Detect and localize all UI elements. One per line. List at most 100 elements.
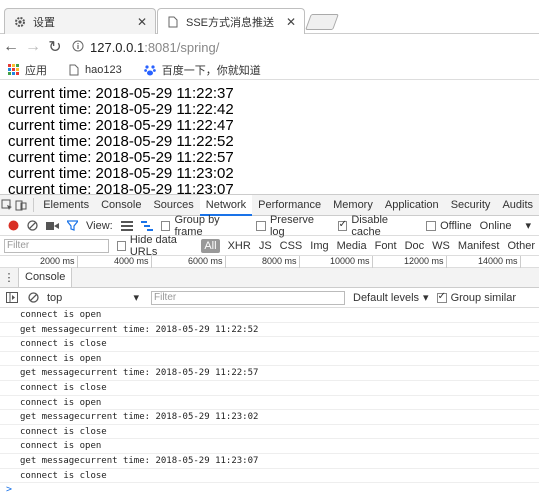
console-message: connect is open <box>0 396 539 411</box>
close-icon[interactable]: ✕ <box>137 15 147 29</box>
bookmark-baidu[interactable]: 百度一下，你就知道 <box>143 62 261 78</box>
hide-data-urls-label: Hide data URLs <box>129 233 177 258</box>
bookmark-label: 应用 <box>25 64 47 77</box>
type-filter-all[interactable]: All <box>201 238 220 253</box>
throttling-value: Online <box>479 219 512 232</box>
info-icon[interactable] <box>72 40 84 55</box>
tab-network[interactable]: Network <box>199 194 253 216</box>
drawer-tabbar: ⋮ Console <box>0 268 539 288</box>
type-filter-manifest[interactable]: Manifest <box>458 240 500 252</box>
tab-audits[interactable]: Audits <box>496 195 539 216</box>
console-message: get messagecurrent time: 2018-05-29 11:2… <box>0 410 539 425</box>
view-label: View: <box>86 219 113 232</box>
timeline-tick: 4000 ms <box>114 256 152 268</box>
console-message: get messagecurrent time: 2018-05-29 11:2… <box>0 323 539 338</box>
type-filter-css[interactable]: CSS <box>280 240 303 252</box>
tab-title: 设置 <box>33 16 55 29</box>
record-icon[interactable] <box>8 220 19 231</box>
inspect-element-icon[interactable] <box>0 199 14 211</box>
bookmark-label: 百度一下，你就知道 <box>161 64 261 77</box>
sidebar-toggle-icon[interactable] <box>6 292 18 303</box>
time-line: current time: 2018-05-29 11:22:52 <box>8 133 234 150</box>
gear-icon <box>13 15 27 29</box>
group-similar-label: Group similar <box>450 291 516 304</box>
hide-data-urls-checkbox[interactable]: Hide data URLs <box>117 234 193 258</box>
type-filter-ws[interactable]: WS <box>432 240 450 252</box>
console-output: connect is open get messagecurrent time:… <box>0 308 539 500</box>
document-icon <box>166 15 180 29</box>
network-toolbar: View: Group by frame Preserve log Disabl… <box>0 214 539 238</box>
type-filter-img[interactable]: Img <box>310 240 328 252</box>
time-line: current time: 2018-05-29 11:22:37 <box>8 85 234 102</box>
offline-checkbox[interactable]: Offline <box>426 220 472 232</box>
type-filter-doc[interactable]: Doc <box>405 240 425 252</box>
drawer-menu-icon[interactable]: ⋮ <box>0 271 18 284</box>
network-filter-input[interactable]: Filter <box>4 238 110 253</box>
forward-icon[interactable]: → <box>22 38 44 56</box>
tab-security[interactable]: Security <box>445 195 497 216</box>
type-filter-other[interactable]: Other <box>507 240 535 252</box>
timeline-tick: 8000 ms <box>262 256 300 268</box>
dropdown-arrow-icon: ▾ <box>133 292 139 304</box>
apps-grid-icon <box>8 64 19 75</box>
bookmark-apps[interactable]: 应用 <box>8 62 47 78</box>
context-selector[interactable]: top ▾ <box>43 291 143 305</box>
list-view-icon[interactable] <box>120 220 133 231</box>
tab-title: SSE方式消息推送 <box>186 16 275 29</box>
drawer-tab-console[interactable]: Console <box>18 268 73 287</box>
network-timeline-overview[interactable]: 2000 ms 4000 ms 6000 ms 8000 ms 10000 ms… <box>0 256 539 268</box>
device-toolbar-icon[interactable] <box>14 199 28 211</box>
browser-toolbar: ← → ↻ 127.0.0.1:8081/spring/ <box>0 34 539 60</box>
address-bar[interactable]: 127.0.0.1:8081/spring/ <box>72 40 219 55</box>
bookmark-hao123[interactable]: hao123 <box>69 64 122 76</box>
clear-console-icon[interactable] <box>28 292 39 303</box>
page-icon <box>69 64 79 76</box>
console-prompt[interactable]: > <box>0 483 539 497</box>
tab-elements[interactable]: Elements <box>37 195 95 216</box>
divider <box>32 198 34 212</box>
new-tab-button[interactable] <box>305 14 339 30</box>
video-camera-icon[interactable] <box>46 221 59 231</box>
back-icon[interactable]: ← <box>0 38 22 56</box>
tab-memory[interactable]: Memory <box>327 195 379 216</box>
timeline-tick: 10000 ms <box>330 256 373 268</box>
tab-strip: 设置 ✕ SSE方式消息推送 ✕ <box>0 0 539 34</box>
timeline-tick: 14000 ms <box>478 256 521 268</box>
page-content: current time: 2018-05-29 11:22:37 curren… <box>0 80 539 195</box>
bookmarks-bar: 应用 hao123 百度一下，你就知道 <box>0 60 539 80</box>
log-levels-select[interactable]: Default levels ▾ <box>353 291 429 305</box>
tab-settings[interactable]: 设置 ✕ <box>4 8 156 34</box>
throttling-select[interactable]: Online ▾ <box>479 219 531 233</box>
tab-sse[interactable]: SSE方式消息推送 ✕ <box>157 8 305 34</box>
preserve-log-checkbox[interactable]: Preserve log <box>256 214 329 238</box>
tab-application[interactable]: Application <box>379 195 445 216</box>
url-path: :8081/spring/ <box>144 39 220 55</box>
time-line: current time: 2018-05-29 11:22:57 <box>8 149 234 166</box>
clear-icon[interactable] <box>27 220 38 231</box>
type-filter-media[interactable]: Media <box>337 240 367 252</box>
baidu-paw-icon <box>143 64 156 76</box>
disable-cache-checkbox[interactable]: Disable cache <box>337 214 418 238</box>
waterfall-view-icon[interactable] <box>140 220 153 231</box>
console-message: connect is open <box>0 352 539 367</box>
console-message: connect is close <box>0 469 539 484</box>
filter-funnel-icon[interactable] <box>67 220 78 231</box>
console-message: connect is close <box>0 381 539 396</box>
group-similar-checkbox[interactable]: Group similar <box>436 291 516 304</box>
reload-icon[interactable]: ↻ <box>44 37 66 57</box>
type-filter-js[interactable]: JS <box>259 240 272 252</box>
console-message: connect is open <box>0 439 539 454</box>
type-filter-xhr[interactable]: XHR <box>228 240 251 252</box>
dropdown-arrow-icon: ▾ <box>423 292 429 304</box>
network-filter-row: Filter Hide data URLs All XHR JS CSS Img… <box>0 234 539 258</box>
tab-performance[interactable]: Performance <box>252 195 327 216</box>
console-message: connect is close <box>0 337 539 352</box>
url-host: 127.0.0.1 <box>90 39 145 55</box>
close-icon[interactable]: ✕ <box>286 15 296 29</box>
console-message: get messagecurrent time: 2018-05-29 11:2… <box>0 454 539 469</box>
console-filter-input[interactable]: Filter <box>151 290 345 305</box>
tab-sources[interactable]: Sources <box>147 195 199 216</box>
tab-console[interactable]: Console <box>95 195 147 216</box>
type-filter-font[interactable]: Font <box>375 240 397 252</box>
log-levels-value: Default levels <box>353 291 420 304</box>
